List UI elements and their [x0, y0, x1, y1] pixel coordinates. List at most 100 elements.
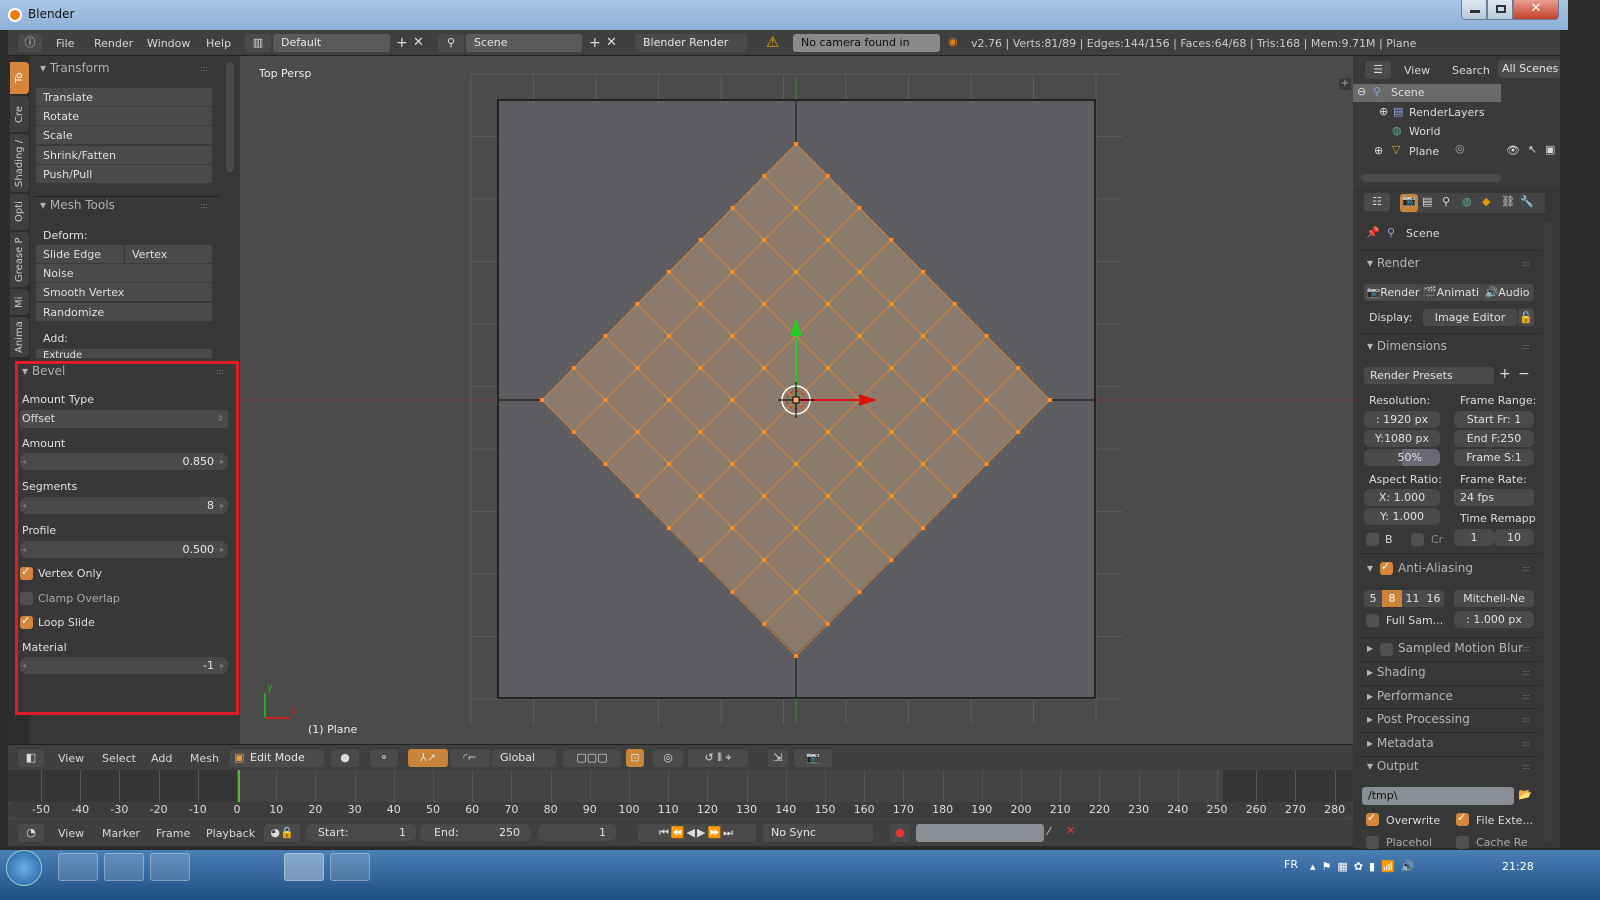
scale-button[interactable]: Scale — [36, 126, 212, 145]
mesh-tools-panel-header[interactable]: ▾ Mesh Tools — [40, 198, 115, 212]
scene-tab-icon[interactable]: ⚲ — [1442, 195, 1450, 208]
frame-end-field[interactable]: End F:250 — [1454, 430, 1534, 447]
delete-keyframe-icon[interactable]: ✕ — [1066, 824, 1075, 837]
post-processing-panel-header[interactable]: ▸ Post Processing — [1367, 712, 1470, 726]
panel-grip-icon[interactable]: :::: — [1522, 715, 1530, 724]
extrude-button[interactable]: Extrude — [36, 349, 212, 359]
panel-grip-icon[interactable]: :::: — [1522, 564, 1530, 573]
aa-samples-16[interactable]: 16 — [1423, 590, 1444, 607]
panel-grip-icon[interactable]: :::: — [1522, 762, 1530, 771]
motion-blur-panel-header[interactable]: ▸ — [1367, 641, 1373, 655]
taskbar-notepad-icon[interactable] — [150, 853, 190, 881]
manipulator-modes-icon[interactable]: ◜⌐ — [450, 749, 490, 767]
menu-view[interactable]: View — [58, 827, 84, 840]
render-tab-icon[interactable]: 📷 — [1400, 194, 1418, 212]
start-button[interactable] — [6, 850, 42, 886]
render-layers-tab-icon[interactable]: ▤ — [1422, 195, 1432, 208]
system-tray-icons[interactable]: ▴⚑▦✿▮📶🔊 — [1310, 860, 1420, 873]
aa-filter-select[interactable]: Mitchell-Ne — [1454, 590, 1534, 607]
tab-create[interactable]: Cre — [10, 96, 29, 132]
3d-viewport[interactable]: Top Persp y x (1) Plane + — [240, 56, 1353, 744]
render-presets-select[interactable]: Render Presets — [1364, 367, 1494, 384]
keying-set-field[interactable] — [916, 824, 1044, 842]
taskbar-app-icon[interactable] — [196, 853, 236, 881]
maximize-button[interactable] — [1487, 0, 1513, 20]
shrink-fatten-button[interactable]: Shrink/Fatten — [36, 146, 212, 165]
start-frame-field[interactable]: Start: 1 — [306, 824, 416, 841]
orientation-select[interactable]: Global — [492, 749, 556, 767]
menu-mesh[interactable]: Mesh — [190, 752, 219, 765]
scene-field[interactable]: Scene — [466, 34, 582, 52]
display-select[interactable]: Image Editor — [1423, 309, 1517, 326]
close-button[interactable]: ✕ — [1513, 0, 1559, 20]
proportional-edit-icon[interactable]: ◎ — [653, 749, 683, 767]
taskbar-chrome-icon[interactable] — [240, 853, 280, 881]
pivot-point-icon[interactable]: ⚬ — [370, 749, 398, 767]
aa-samples-11[interactable]: 11 — [1402, 590, 1423, 607]
border-checkbox[interactable] — [1366, 533, 1379, 546]
menu-add[interactable]: Add — [151, 752, 172, 765]
menu-file[interactable]: File — [56, 37, 74, 50]
current-frame-field[interactable]: 1 — [538, 824, 616, 841]
performance-panel-header[interactable]: ▸ Performance — [1367, 689, 1453, 703]
tab-tools[interactable]: To — [10, 62, 29, 94]
timeline-editor-icon[interactable]: ◔ — [18, 824, 44, 842]
toolshelf-scrollbar[interactable] — [226, 62, 234, 172]
language-indicator[interactable]: FR — [1284, 858, 1298, 871]
mesh-data-icon[interactable]: ◎ — [1455, 142, 1465, 155]
time-remap-new-field[interactable]: 10 — [1494, 529, 1534, 546]
tab-misc[interactable]: Mi — [10, 289, 29, 315]
viewport-canvas[interactable] — [240, 56, 1353, 744]
current-frame-line[interactable] — [238, 770, 240, 802]
modifiers-tab-icon[interactable]: 🔧 — [1520, 195, 1534, 208]
slide-edge-button[interactable]: Slide Edge — [36, 245, 124, 264]
pin-icon[interactable]: 📌 — [1366, 226, 1380, 239]
shading-panel-header[interactable]: ▸ Shading — [1367, 665, 1426, 679]
menu-view[interactable]: View — [1404, 64, 1430, 77]
add-scene-icon[interactable]: + — [589, 35, 601, 51]
expand-icon[interactable]: ⊕ — [1379, 105, 1388, 118]
menu-marker[interactable]: Marker — [102, 827, 140, 840]
manipulator-toggle-icon[interactable]: ⅄↗ — [408, 749, 448, 767]
panel-grip-icon[interactable]: :::: — [1522, 692, 1530, 701]
placeholders-checkbox[interactable] — [1366, 836, 1379, 849]
insert-keyframe-icon[interactable]: ⁄ — [1048, 825, 1050, 838]
object-tab-icon[interactable]: ◆ — [1482, 195, 1490, 208]
timeline[interactable]: -50 -40 -30 -20 -10 0 10 20 30 40 50 60 70 80 90 100 110… — [8, 770, 1353, 820]
outliner-item-plane[interactable]: Plane — [1409, 145, 1439, 158]
randomize-button[interactable]: Randomize — [36, 303, 212, 322]
frame-start-field[interactable]: Start Fr: 1 — [1454, 411, 1534, 428]
output-panel-header[interactable]: ▾ Output — [1367, 759, 1419, 773]
outliner-item-world[interactable]: World — [1409, 125, 1441, 138]
smooth-vertex-button[interactable]: Smooth Vertex — [36, 283, 212, 302]
motion-blur-checkbox[interactable] — [1380, 643, 1393, 656]
noise-button[interactable]: Noise — [36, 264, 212, 283]
visibility-eye-icon[interactable]: 👁 — [1506, 144, 1520, 157]
add-preset-icon[interactable]: + — [1499, 366, 1511, 382]
menu-playback[interactable]: Playback — [206, 827, 255, 840]
aspect-x-field[interactable]: X: 1.000 — [1364, 489, 1440, 506]
panel-grip-icon[interactable]: :::: — [200, 201, 208, 210]
remove-preset-icon[interactable]: − — [1518, 366, 1530, 382]
metadata-panel-header[interactable]: ▸ Metadata — [1367, 736, 1434, 750]
panel-grip-icon[interactable]: :::: — [200, 64, 208, 73]
frame-step-field[interactable]: Frame S:1 — [1454, 449, 1534, 466]
menu-render[interactable]: Render — [94, 37, 133, 50]
preview-range-lock-icon[interactable]: ◕🔒 — [264, 824, 300, 842]
file-extensions-checkbox[interactable] — [1456, 811, 1469, 826]
constraints-tab-icon[interactable]: ⛓ — [1501, 195, 1515, 208]
menu-view[interactable]: View — [58, 752, 84, 765]
anti-aliasing-checkbox[interactable] — [1380, 560, 1393, 575]
overwrite-checkbox[interactable] — [1366, 811, 1379, 826]
push-pull-button[interactable]: Push/Pull — [36, 165, 212, 184]
render-panel-header[interactable]: ▾ Render — [1367, 256, 1420, 270]
resolution-y-field[interactable]: Y:1080 px — [1364, 430, 1440, 447]
file-browser-icon[interactable]: 📂 — [1518, 788, 1532, 801]
animation-button[interactable]: 🎬Animati — [1422, 284, 1480, 301]
delete-screen-icon[interactable]: ✕ — [413, 35, 424, 50]
minimize-button[interactable] — [1461, 0, 1487, 20]
taskbar-explorer-icon[interactable] — [58, 853, 98, 881]
panel-grip-icon[interactable]: :::: — [1522, 739, 1530, 748]
anti-aliasing-panel-header[interactable]: ▾ — [1367, 561, 1373, 575]
editor-type-icon[interactable]: ◧ — [18, 749, 44, 767]
